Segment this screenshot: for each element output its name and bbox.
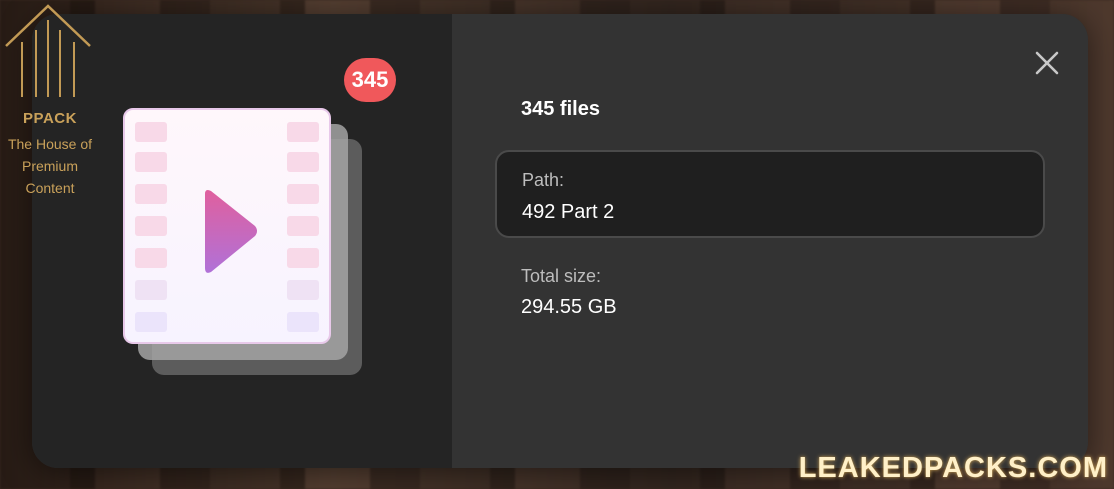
site-logo: PPACK The House of Premium Content [0,0,100,200]
file-count-badge: 345 [344,58,396,102]
site-watermark: LEAKEDPACKS.COM [798,452,1108,484]
close-icon[interactable] [1034,50,1060,76]
logo-subtitle-line: The House of [7,136,93,152]
total-size-label: Total size: [521,266,602,286]
path-value: 492 Part 2 [522,201,615,223]
house-logo-icon [5,4,91,97]
logo-subtitle: The House of Premium Content [0,133,100,199]
logo-subtitle-line: Content [25,180,75,196]
files-count: 345 files [521,98,600,120]
folder-info-modal: 345 345 files Path: 492 Part 2 Total siz… [32,14,1088,468]
play-icon [205,190,257,273]
logo-title: PPACK [23,110,77,127]
path-label: Path: [522,170,565,190]
video-stack-icon [123,108,331,344]
total-size-value: 294.55 GB [521,296,617,318]
logo-subtitle-line: Premium [21,158,78,174]
details-pane: 345 files Path: 492 Part 2 Total size: 2… [452,14,1088,468]
path-field[interactable]: Path: 492 Part 2 [495,150,1045,238]
